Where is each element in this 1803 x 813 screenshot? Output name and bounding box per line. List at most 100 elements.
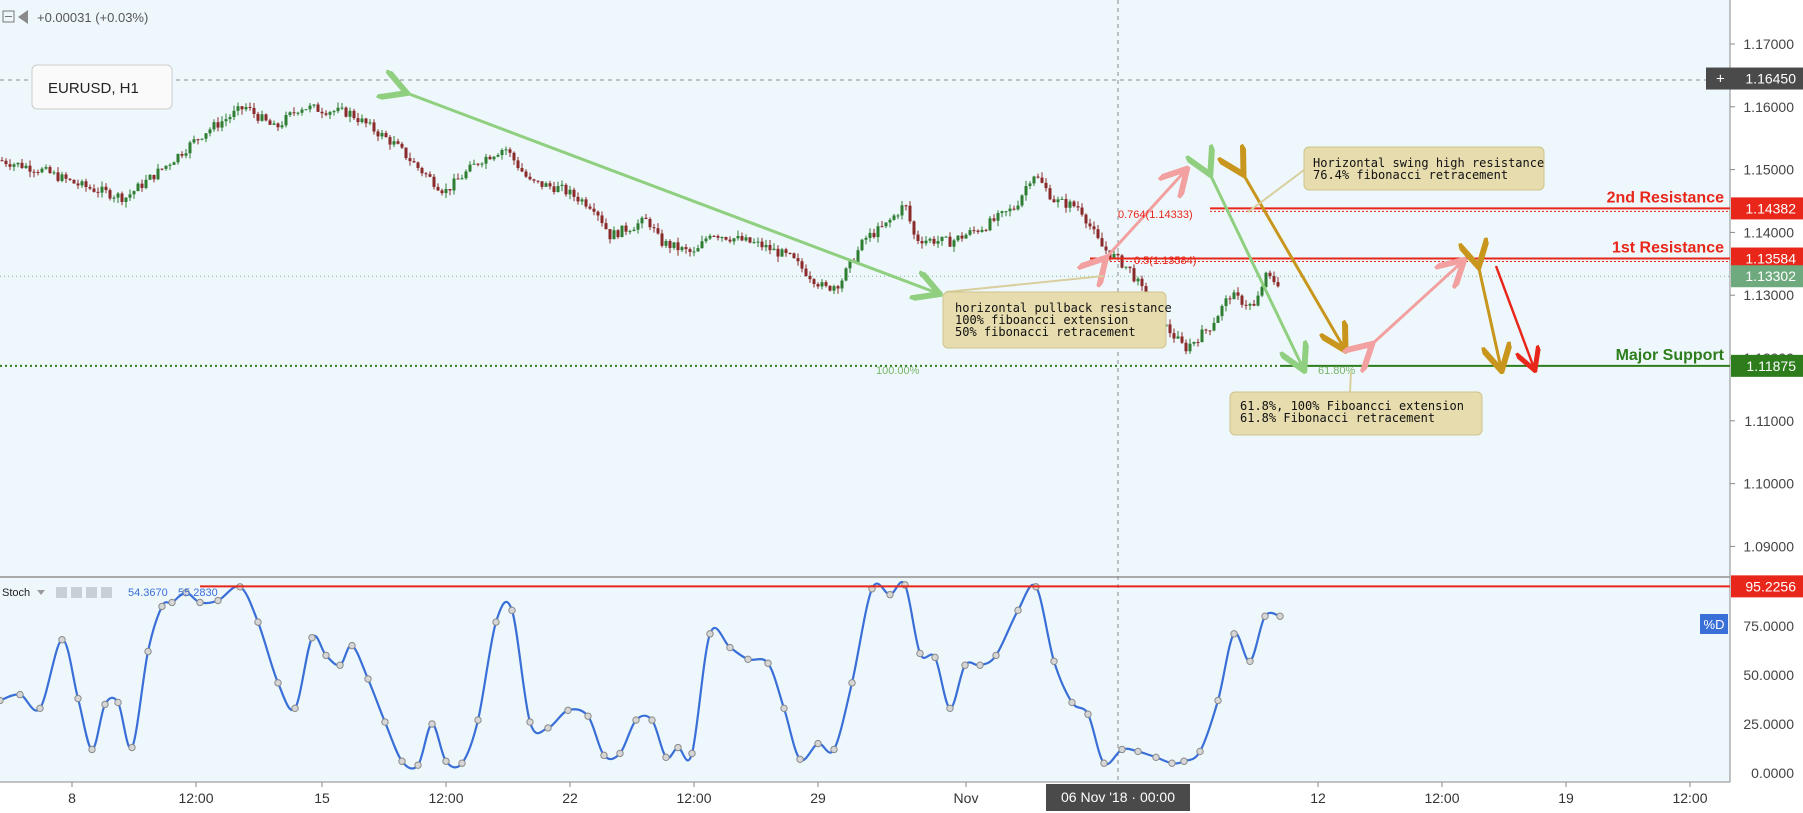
candle-body [288, 112, 292, 116]
crosshair-time-label: 06 Nov '18 · 00:00 [1046, 784, 1190, 811]
candle-body [216, 122, 220, 128]
stoch-y-tick-label: 0.0000 [1751, 765, 1794, 781]
candle-body [1056, 199, 1060, 203]
candle-body [712, 235, 716, 237]
candle-body [1004, 211, 1008, 213]
candle-body [1176, 336, 1180, 339]
candle-body [660, 233, 664, 246]
candle-body [700, 241, 704, 249]
candle-body [1232, 292, 1236, 300]
candle-body [1060, 198, 1064, 200]
candle-body [184, 153, 188, 156]
candle-body [36, 171, 40, 173]
candle-body [468, 164, 472, 172]
candle-body [992, 218, 996, 221]
candle-body [316, 104, 320, 112]
candle-body [724, 237, 728, 240]
stoch-point [1180, 757, 1188, 765]
candle-body [592, 208, 596, 212]
eurusd-chart[interactable]: 1.170001.160001.150001.140001.130001.120… [0, 0, 1803, 813]
candle-body [404, 147, 408, 159]
candle-body [960, 235, 964, 239]
candle-body [480, 163, 484, 165]
candle-body [200, 138, 204, 140]
candle-body [484, 156, 488, 164]
candle-body [820, 282, 824, 287]
fib-label-100: 100.00% [876, 365, 920, 377]
candle-body [800, 261, 804, 269]
candle-body [208, 129, 212, 134]
stoch-point [1050, 657, 1058, 665]
candle-body [108, 190, 112, 199]
candle-body [68, 178, 72, 180]
candle-body [1264, 272, 1268, 287]
plus-icon[interactable] [86, 587, 97, 598]
candle-body [320, 111, 324, 114]
candle-body [244, 106, 248, 110]
x-tick-label: 15 [314, 790, 330, 806]
stoch-point [848, 679, 856, 687]
candle-body [1168, 324, 1172, 334]
candle-body [408, 158, 412, 162]
candle-body [52, 172, 56, 174]
candle-body [976, 230, 980, 232]
candle-body [548, 183, 552, 187]
candle-body [212, 122, 216, 130]
y-tick-label: 1.13000 [1743, 287, 1794, 303]
candle-body [756, 241, 760, 243]
candle-body [1188, 343, 1192, 352]
stoch-point [508, 606, 516, 615]
candle-body [616, 230, 620, 238]
candle-body [4, 160, 8, 165]
candle-body [456, 178, 460, 180]
callout-line: 76.4% fibonacci retracement [1313, 168, 1508, 182]
callout-line: 50% fibonacci retracement [955, 325, 1136, 339]
stoch-point [36, 704, 44, 713]
candle-body [156, 168, 160, 180]
candle-body [124, 197, 128, 202]
candle-body [400, 143, 404, 148]
candle-body [100, 186, 104, 193]
stoch-point [544, 724, 552, 732]
candle-body [116, 193, 120, 198]
candle-body [324, 113, 328, 115]
candle-body [1184, 342, 1188, 352]
candle-body [844, 268, 848, 281]
stoch-point [564, 706, 572, 714]
candle-body [428, 174, 432, 177]
candle-body [864, 237, 868, 240]
stoch-point [322, 651, 330, 660]
candle-body [720, 237, 724, 239]
candle-body [260, 114, 264, 121]
stoch-point [706, 630, 714, 638]
candle-body [1104, 246, 1108, 251]
crosshair-plus-icon[interactable]: + [1716, 71, 1725, 88]
stoch-point [616, 749, 624, 758]
candle-body [904, 205, 908, 207]
candle-body [356, 118, 360, 123]
candle-body [352, 110, 356, 119]
candle-body [1084, 214, 1088, 224]
candle-body [664, 240, 668, 246]
symbol-label[interactable]: EURUSD, H1 [31, 64, 173, 110]
candle-body [436, 186, 440, 191]
candle-body [1044, 182, 1048, 189]
candle-body [1112, 253, 1116, 258]
stoch-point [688, 749, 696, 758]
candle-body [1000, 211, 1004, 214]
candle-body [1244, 304, 1248, 306]
close-icon[interactable] [101, 587, 112, 598]
candle-body [56, 172, 60, 181]
candle-body [644, 217, 648, 220]
candle-body [384, 132, 388, 138]
stoch-point [1261, 612, 1269, 620]
eye-icon[interactable] [56, 587, 67, 598]
gear-icon[interactable] [71, 587, 82, 598]
candle-body [652, 227, 656, 229]
candle-body [696, 248, 700, 252]
candle-body [972, 230, 976, 232]
candle-body [512, 152, 516, 161]
candle-body [452, 178, 456, 191]
candle-body [1132, 268, 1136, 282]
candle-body [236, 106, 240, 111]
